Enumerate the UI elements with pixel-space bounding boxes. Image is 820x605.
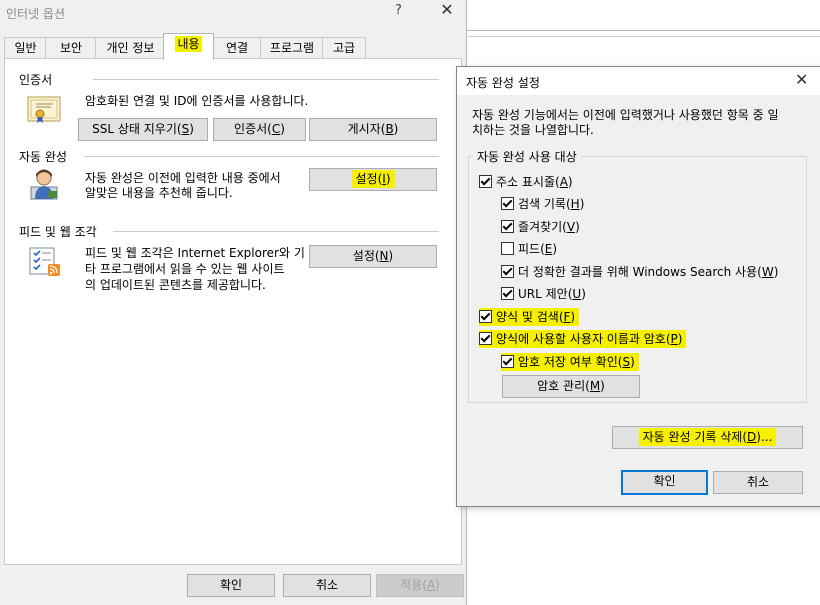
checkbox-ask-before-saving-passwords[interactable]: 암호 저장 여부 확인(S) <box>501 353 639 371</box>
feeds-description-line-2: 타 프로그램에서 읽을 수 있는 웹 사이트 <box>85 262 285 276</box>
tab-privacy[interactable]: 개인 정보 <box>95 37 166 59</box>
tab-content[interactable]: 내용 <box>163 33 214 60</box>
checkbox-box[interactable] <box>501 287 514 300</box>
ok-button[interactable]: 확인 <box>187 574 275 597</box>
checkbox-box[interactable] <box>479 175 492 188</box>
checkbox-browsing-history[interactable]: 검색 기록(H) <box>501 195 584 213</box>
checkbox-box[interactable] <box>501 242 514 255</box>
dialog-cancel-button[interactable]: 취소 <box>713 471 803 494</box>
tab-connections[interactable]: 연결 <box>212 37 262 59</box>
certificate-icon <box>27 95 61 128</box>
tab-advanced[interactable]: 고급 <box>322 37 366 59</box>
tab-general[interactable]: 일반 <box>4 37 47 59</box>
checkbox-forms-and-searches[interactable]: 양식 및 검색(F) <box>479 308 580 326</box>
checkbox-feeds[interactable]: 피드(E) <box>501 240 557 258</box>
certificates-description: 암호화된 연결 및 ID에 인증서를 사용합니다. <box>85 94 309 108</box>
feeds-settings-button[interactable]: 설정(N) <box>309 245 437 268</box>
background-window-strip <box>466 0 820 31</box>
checkbox-windows-search[interactable]: 더 정확한 결과를 위해 Windows Search 사용(W) <box>501 263 778 281</box>
groupbox-label: 자동 완성 사용 대상 <box>473 148 581 165</box>
feeds-group-label: 피드 및 웹 조각 <box>19 225 97 239</box>
dialog-intro-line-2: 치하는 것을 나열합니다. <box>472 123 594 137</box>
autocomplete-description-line-1: 자동 완성은 이전에 입력한 내용 중에서 <box>85 171 281 185</box>
clear-ssl-state-button[interactable]: SSL 상태 지우기(S) <box>78 118 208 141</box>
help-button[interactable]: ? <box>395 3 402 18</box>
delete-autocomplete-history-button[interactable]: 자동 완성 기록 삭제(D)... <box>612 426 803 449</box>
group-divider <box>83 156 439 157</box>
checkbox-box[interactable] <box>501 265 514 278</box>
autocomplete-settings-dialog: 자동 완성 설정 ✕ 자동 완성 기능에서는 이전에 입력했거나 사용했던 항목… <box>456 66 820 507</box>
autocomplete-icon <box>29 167 59 204</box>
autocomplete-description-line-2: 알맞은 내용을 추천해 줍니다. <box>85 186 233 200</box>
checkbox-box[interactable] <box>501 355 514 368</box>
background-divider <box>466 36 820 37</box>
tab-programs[interactable]: 프로그램 <box>260 37 324 59</box>
internet-options-window: 인터넷 옵션 ? ✕ 일반 보안 개인 정보 내용 연결 프로그램 고급 인증서… <box>0 0 467 605</box>
close-icon[interactable]: ✕ <box>436 0 458 19</box>
autocomplete-settings-button[interactable]: 설정(I) <box>309 168 437 191</box>
checkbox-box[interactable] <box>501 220 514 233</box>
close-icon[interactable]: ✕ <box>795 70 808 89</box>
checkbox-box[interactable] <box>479 310 492 323</box>
dialog-title: 자동 완성 설정 <box>466 76 540 90</box>
checkbox-url-suggestions[interactable]: URL 제안(U) <box>501 285 586 303</box>
autocomplete-group-label: 자동 완성 <box>19 150 67 164</box>
certificates-button[interactable]: 인증서(C) <box>213 118 306 141</box>
checkbox-address-bar[interactable]: 주소 표시줄(A) <box>479 173 573 191</box>
feeds-description-line-1: 피드 및 웹 조각은 Internet Explorer와 기 <box>85 246 305 260</box>
dialog-ok-button[interactable]: 확인 <box>621 470 708 495</box>
checkbox-box[interactable] <box>479 332 492 345</box>
feeds-icon <box>29 247 61 280</box>
manage-passwords-button[interactable]: 암호 관리(M) <box>502 375 640 398</box>
group-divider <box>93 79 439 80</box>
content-tab-panel: 인증서 암호화된 연결 및 ID에 인증서를 사용합니다. SSL 상태 지우기… <box>4 58 462 565</box>
group-divider <box>113 231 439 232</box>
apply-button[interactable]: 적용(A) <box>376 574 464 597</box>
publishers-button[interactable]: 게시자(B) <box>309 118 437 141</box>
cancel-button[interactable]: 취소 <box>283 574 371 597</box>
certificates-group-label: 인증서 <box>19 73 53 87</box>
checkbox-usernames-passwords-on-forms[interactable]: 양식에 사용할 사용자 이름과 암호(P) <box>479 330 687 348</box>
window-title: 인터넷 옵션 <box>6 7 66 21</box>
checkbox-box[interactable] <box>501 197 514 210</box>
tab-security[interactable]: 보안 <box>45 37 97 59</box>
dialog-intro-line-1: 자동 완성 기능에서는 이전에 입력했거나 사용했던 항목 중 일 <box>472 108 779 122</box>
feeds-description-line-3: 의 업데이트된 콘텐츠를 제공합니다. <box>85 278 266 292</box>
checkbox-favorites[interactable]: 즐겨찾기(V) <box>501 218 580 236</box>
